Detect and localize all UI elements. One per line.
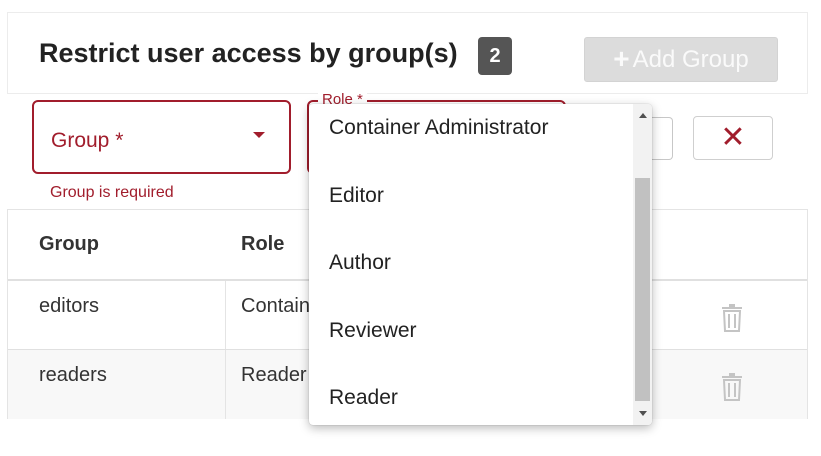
scroll-up-arrow-icon[interactable] — [639, 113, 647, 118]
add-group-button[interactable]: + Add Group — [584, 37, 778, 82]
group-error-message: Group is required — [50, 184, 174, 201]
add-group-label: Add Group — [632, 46, 749, 73]
scrollbar-thumb[interactable] — [635, 178, 650, 401]
cell-role: Contain — [241, 295, 310, 317]
group-placeholder: Group * — [51, 129, 124, 152]
column-divider — [225, 281, 226, 349]
cell-group: editors — [39, 295, 100, 317]
group-select[interactable]: Group * — [32, 100, 291, 174]
trash-icon[interactable] — [720, 304, 744, 332]
dropdown-option[interactable]: Reviewer — [329, 319, 417, 343]
scrollbar[interactable] — [633, 104, 652, 425]
trash-icon[interactable] — [720, 373, 744, 401]
dropdown-option[interactable]: Author — [329, 251, 391, 275]
scroll-down-arrow-icon[interactable] — [639, 411, 647, 416]
dropdown-option[interactable]: Container Administrator — [329, 116, 548, 140]
column-header-group: Group — [39, 233, 99, 255]
column-header-role: Role — [241, 233, 285, 255]
header-panel: Restrict user access by group(s) 2 + Add … — [7, 12, 808, 94]
cell-group: readers — [39, 364, 107, 386]
plus-icon: + — [613, 43, 630, 74]
count-badge: 2 — [478, 37, 512, 75]
close-icon: ✕ — [720, 121, 746, 154]
column-divider — [225, 350, 226, 419]
caret-down-icon — [253, 132, 265, 138]
dropdown-option[interactable]: Editor — [329, 184, 384, 208]
role-dropdown-menu: Container Administrator Editor Author Re… — [309, 104, 652, 425]
clear-button[interactable]: ✕ — [693, 116, 773, 160]
dropdown-option[interactable]: Reader — [329, 386, 398, 410]
page-title: Restrict user access by group(s) — [39, 38, 458, 68]
cell-role: Reader — [241, 364, 307, 386]
